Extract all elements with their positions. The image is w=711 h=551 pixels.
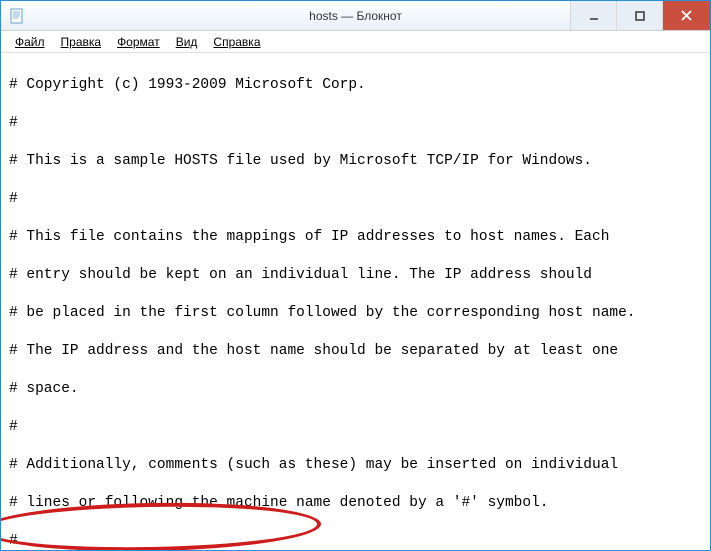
maximize-button[interactable] [616, 1, 662, 30]
text-line: # be placed in the first column followed… [9, 304, 702, 323]
menu-view[interactable]: Вид [168, 33, 206, 51]
text-line: # [9, 532, 702, 550]
menu-edit[interactable]: Правка [53, 33, 110, 51]
menu-file[interactable]: Файл [7, 33, 53, 51]
text-line: # This file contains the mappings of IP … [9, 228, 702, 247]
text-line: # lines or following the machine name de… [9, 494, 702, 513]
text-line: # [9, 190, 702, 209]
text-line: # This is a sample HOSTS file used by Mi… [9, 152, 702, 171]
text-line: # Additionally, comments (such as these)… [9, 456, 702, 475]
text-line: # [9, 114, 702, 133]
close-button[interactable] [662, 1, 710, 30]
text-line: # The IP address and the host name shoul… [9, 342, 702, 361]
text-line: # entry should be kept on an individual … [9, 266, 702, 285]
window-controls [570, 1, 710, 30]
text-line: # space. [9, 380, 702, 399]
text-editor-area[interactable]: # Copyright (c) 1993-2009 Microsoft Corp… [1, 53, 710, 550]
menu-help[interactable]: Справка [205, 33, 268, 51]
text-line: # Copyright (c) 1993-2009 Microsoft Corp… [9, 76, 702, 95]
titlebar: hosts — Блокнот [1, 1, 710, 31]
menu-format[interactable]: Формат [109, 33, 168, 51]
menubar: Файл Правка Формат Вид Справка [1, 31, 710, 53]
notepad-icon [9, 8, 25, 24]
minimize-button[interactable] [570, 1, 616, 30]
text-line: # [9, 418, 702, 437]
window-title: hosts — Блокнот [309, 9, 402, 23]
